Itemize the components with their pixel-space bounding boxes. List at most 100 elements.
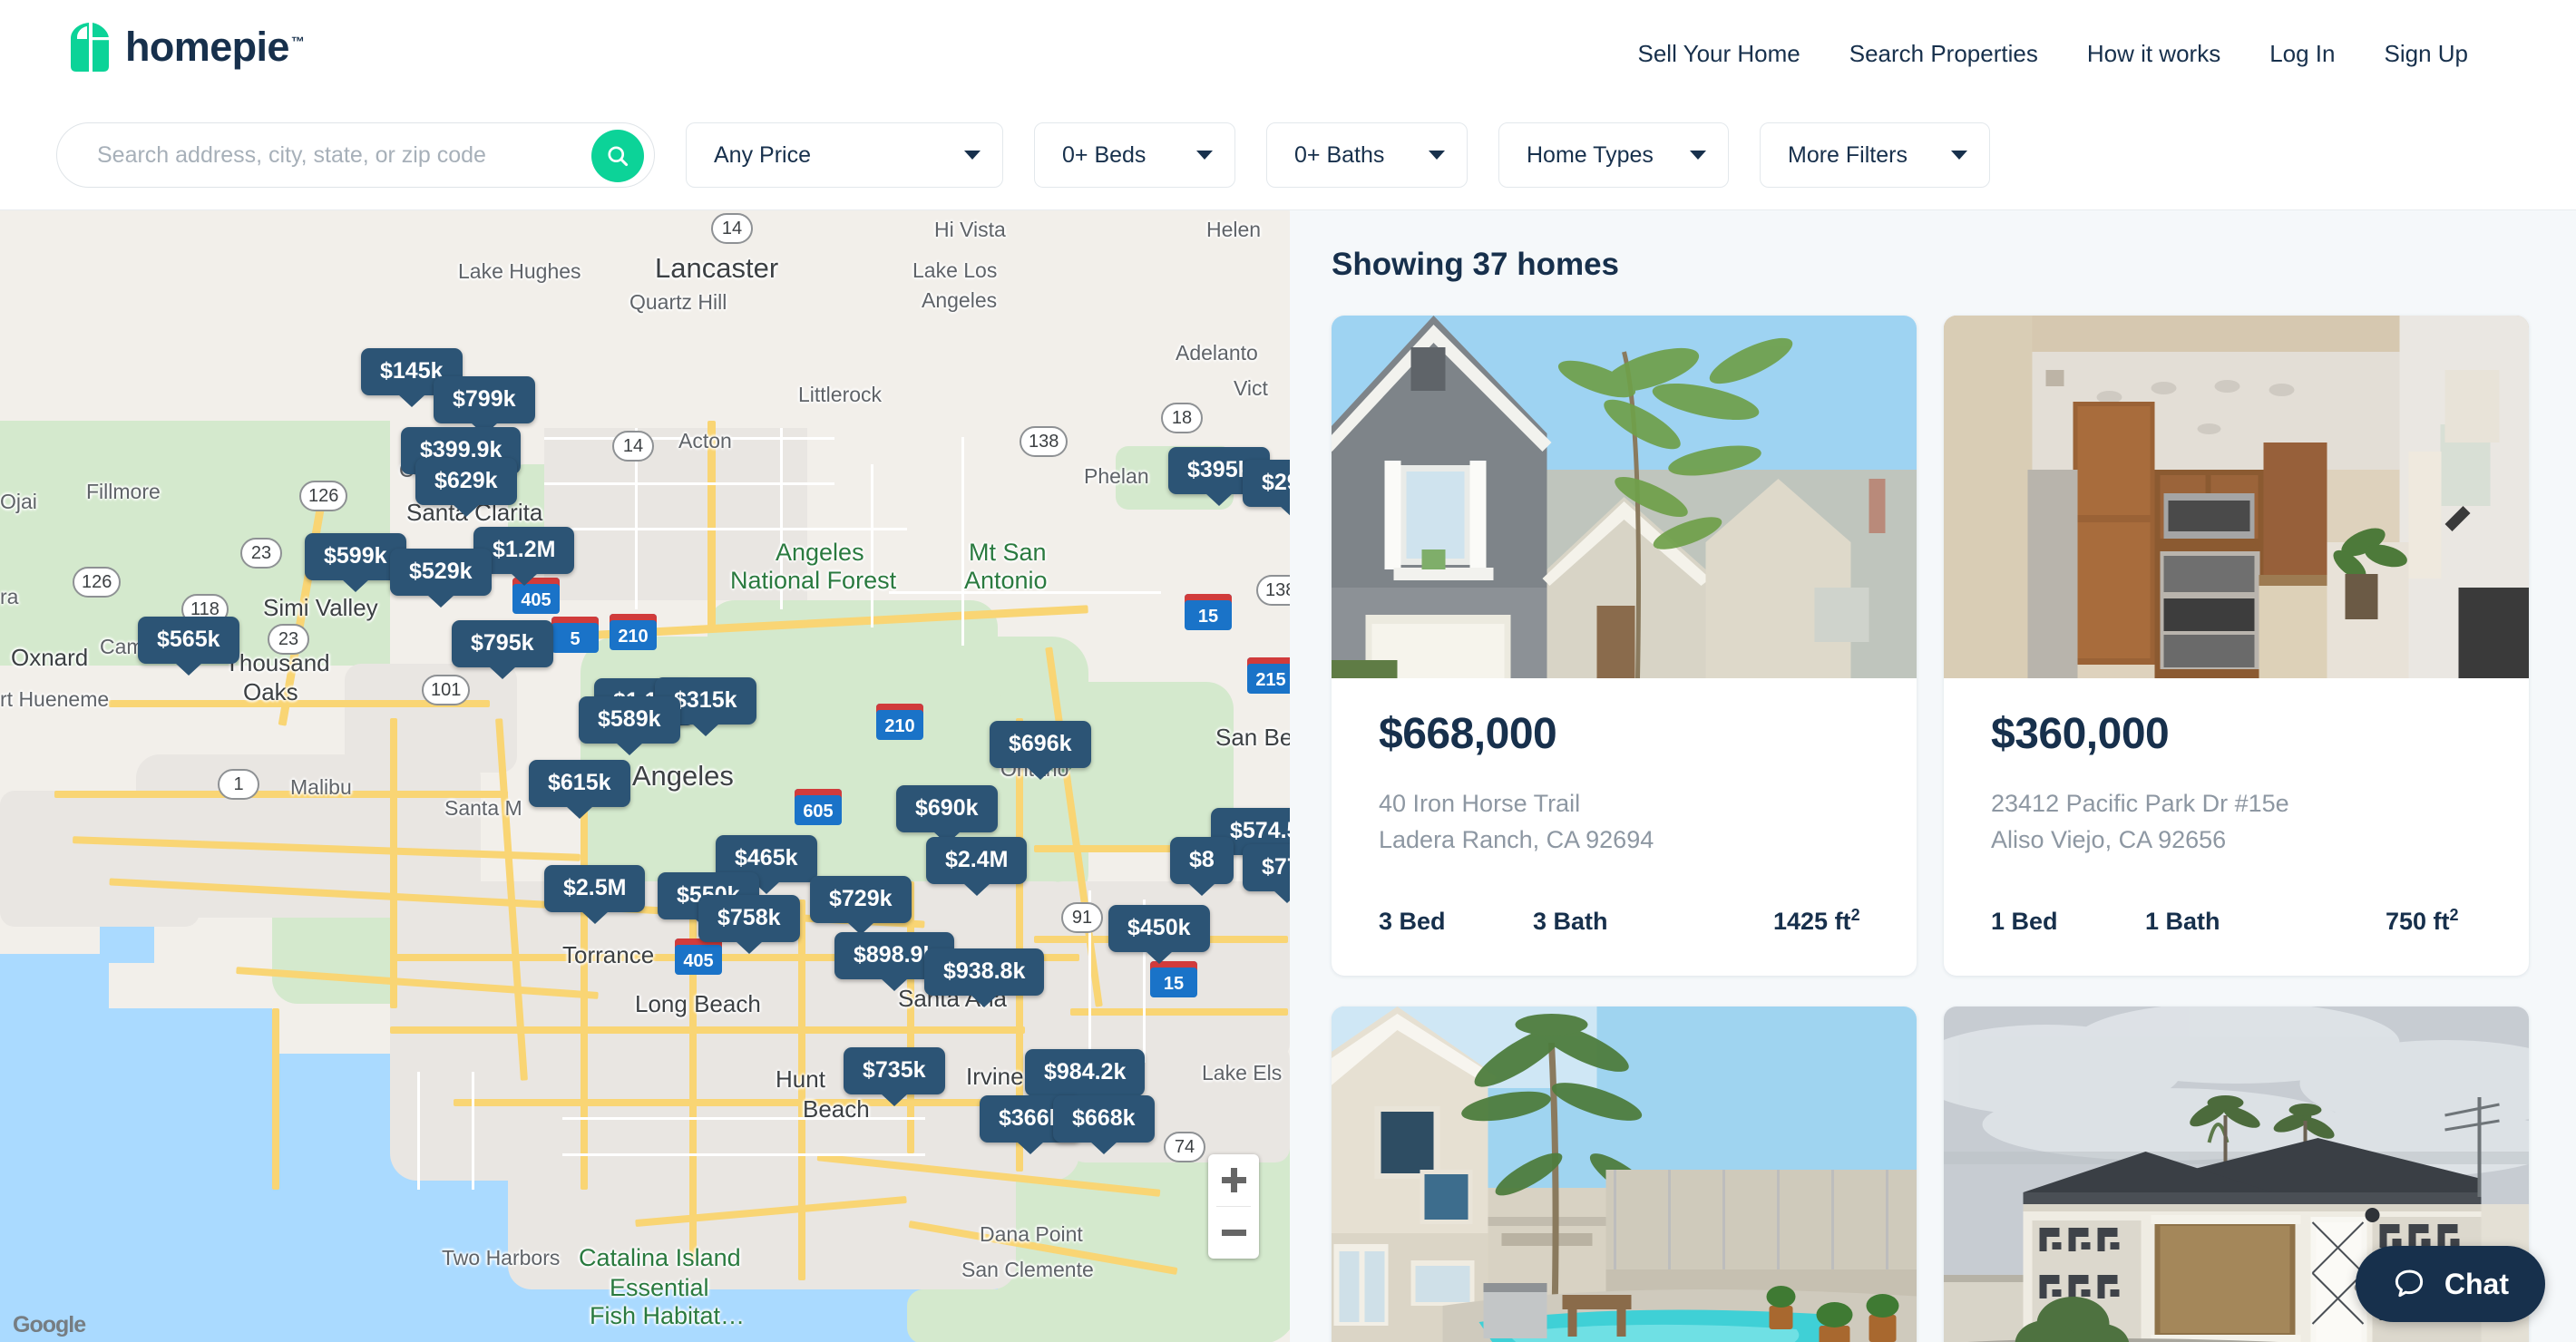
map-interstate-shield: 210: [610, 614, 657, 650]
map-price-marker[interactable]: $690k: [896, 785, 998, 832]
map-price-marker[interactable]: $2.4M: [926, 837, 1028, 884]
map-price-marker[interactable]: $799k: [434, 376, 535, 423]
homepie-house-icon: [67, 22, 112, 73]
property-price: $360,000: [1991, 710, 2170, 758]
filter-price[interactable]: Any Price: [686, 122, 1003, 188]
property-sqft-exponent: 2: [2449, 905, 2459, 924]
map-price-marker[interactable]: $565k: [138, 617, 239, 664]
chat-bubble-icon: [2395, 1269, 2424, 1298]
nav-sell-your-home[interactable]: Sell Your Home: [1614, 33, 1825, 75]
map-canvas[interactable]: Lake Hughes Lancaster Hi Vista Quartz Hill L…: [0, 210, 1290, 1342]
filter-more-filters[interactable]: More Filters: [1760, 122, 1990, 188]
map-price-marker[interactable]: $735k: [844, 1047, 945, 1094]
map-interstate-shield: 605: [795, 789, 842, 825]
trademark-symbol: ™: [290, 34, 305, 50]
map-price-marker[interactable]: $529k: [390, 549, 492, 596]
brand-logo[interactable]: homepie ™: [67, 22, 305, 73]
property-address-line2: Ladera Ranch, CA 92694: [1379, 825, 1654, 853]
map-price-marker[interactable]: $629k: [415, 458, 517, 505]
main-nav: Sell Your Home Search Properties How it …: [1614, 33, 2493, 75]
map-panel[interactable]: Lake Hughes Lancaster Hi Vista Quartz Hill L…: [0, 210, 1290, 1342]
map-interstate-shield: 405: [675, 938, 722, 975]
property-photo[interactable]: [1332, 1006, 1917, 1342]
property-photo[interactable]: [1944, 316, 2529, 678]
property-price: $668,000: [1379, 710, 1557, 758]
search-button[interactable]: [591, 130, 644, 182]
results-panel[interactable]: Showing 37 homes $668,000 40 Iron Horse …: [1290, 210, 2576, 1342]
map-interstate-shield: 210: [876, 704, 923, 740]
map-price-marker[interactable]: $795k: [452, 620, 553, 667]
filter-home-types[interactable]: Home Types: [1498, 122, 1729, 188]
map-price-marker[interactable]: $777: [1243, 844, 1290, 891]
nav-sign-up[interactable]: Sign Up: [2360, 33, 2493, 75]
map-price-marker[interactable]: $299k: [1243, 460, 1290, 507]
property-sqft-value: 1425 ft: [1773, 907, 1851, 935]
map-price-marker[interactable]: $450k: [1108, 905, 1210, 952]
map-interstate-shield: 215: [1247, 657, 1290, 694]
property-details: $360,000 23412 Pacific Park Dr #15e Alis…: [1944, 678, 2529, 976]
map-route-shield: 74: [1164, 1132, 1205, 1162]
property-address-line2: Aliso Viejo, CA 92656: [1991, 825, 2227, 853]
property-beds: 3 Bed: [1379, 907, 1446, 935]
map-price-marker[interactable]: $615k: [529, 760, 630, 807]
map-price-marker[interactable]: $8: [1170, 837, 1234, 884]
map-price-marker[interactable]: $2.5M: [544, 865, 646, 912]
property-photo[interactable]: [1332, 316, 1917, 678]
filter-beds[interactable]: 0+ Beds: [1034, 122, 1235, 188]
map-route-shield: 138: [1256, 575, 1290, 606]
property-specs: 3 Bed 3 Bath 1425 ft2: [1379, 906, 1869, 936]
chevron-down-icon: [1429, 151, 1445, 160]
property-sqft: 1425 ft2: [1773, 906, 1860, 936]
property-sqft: 750 ft2: [2386, 906, 2459, 936]
property-specs: 1 Bed 1 Bath 750 ft2: [1991, 906, 2482, 936]
nav-search-properties[interactable]: Search Properties: [1825, 33, 2063, 75]
property-address-line1: 40 Iron Horse Trail: [1379, 790, 1581, 817]
filter-baths-label: 0+ Baths: [1294, 141, 1385, 168]
map-route-shield: 138: [1020, 426, 1068, 457]
map-price-marker[interactable]: $696k: [990, 721, 1091, 768]
property-card[interactable]: $360,000 23412 Pacific Park Dr #15e Alis…: [1944, 316, 2529, 976]
header-top-row: homepie ™ Sell Your Home Search Propertie…: [0, 0, 2576, 112]
site-header: homepie ™ Sell Your Home Search Propertie…: [0, 0, 2576, 210]
property-baths: 3 Bath: [1533, 907, 1608, 935]
map-route-shield: 14: [612, 431, 654, 462]
map-route-shield: 1: [218, 769, 259, 800]
map-price-marker[interactable]: $668k: [1053, 1095, 1155, 1143]
property-baths: 1 Bath: [2145, 907, 2220, 935]
chevron-down-icon: [1690, 151, 1706, 160]
brand-name: homepie ™: [125, 24, 305, 71]
map-zoom-controls[interactable]: [1208, 1154, 1259, 1259]
search-icon: [608, 146, 629, 167]
map-interstate-shield: 5: [551, 617, 599, 653]
map-route-shield: 14: [711, 213, 753, 244]
property-card[interactable]: [1332, 1006, 1917, 1342]
map-attribution: Google: [13, 1312, 86, 1337]
property-card-grid: $668,000 40 Iron Horse Trail Ladera Ranc…: [1332, 316, 2529, 1342]
filter-home-types-label: Home Types: [1527, 141, 1654, 168]
filter-bar: Any Price 0+ Beds 0+ Baths Home Types Mo…: [0, 102, 2576, 209]
chevron-down-icon: [1196, 151, 1213, 160]
map-price-marker[interactable]: $758k: [698, 895, 800, 942]
map-route-shield: 23: [240, 538, 282, 569]
map-interstate-shield: 15: [1185, 594, 1232, 630]
map-price-marker[interactable]: $729k: [810, 876, 912, 923]
search-input[interactable]: [97, 141, 605, 169]
nav-how-it-works[interactable]: How it works: [2063, 33, 2245, 75]
map-route-shield: 23: [268, 624, 309, 655]
filter-more-filters-label: More Filters: [1788, 141, 1908, 168]
brand-wordmark: homepie: [125, 24, 289, 70]
property-card[interactable]: $668,000 40 Iron Horse Trail Ladera Ranc…: [1332, 316, 1917, 976]
map-price-marker[interactable]: $589k: [579, 696, 680, 744]
nav-log-in[interactable]: Log In: [2245, 33, 2359, 75]
search-box[interactable]: [56, 122, 655, 188]
map-route-shield: 126: [73, 567, 122, 598]
results-heading: Showing 37 homes: [1332, 247, 1619, 282]
chat-button[interactable]: Chat: [2355, 1246, 2545, 1322]
map-zoom-in-button[interactable]: [1208, 1154, 1259, 1206]
map-price-marker[interactable]: $984.2k: [1025, 1049, 1146, 1096]
plus-icon-v: [1230, 1168, 1237, 1192]
map-zoom-out-button[interactable]: [1208, 1207, 1259, 1259]
map-price-marker[interactable]: $938.8k: [924, 948, 1045, 996]
filter-baths[interactable]: 0+ Baths: [1266, 122, 1468, 188]
property-beds: 1 Bed: [1991, 907, 2058, 935]
